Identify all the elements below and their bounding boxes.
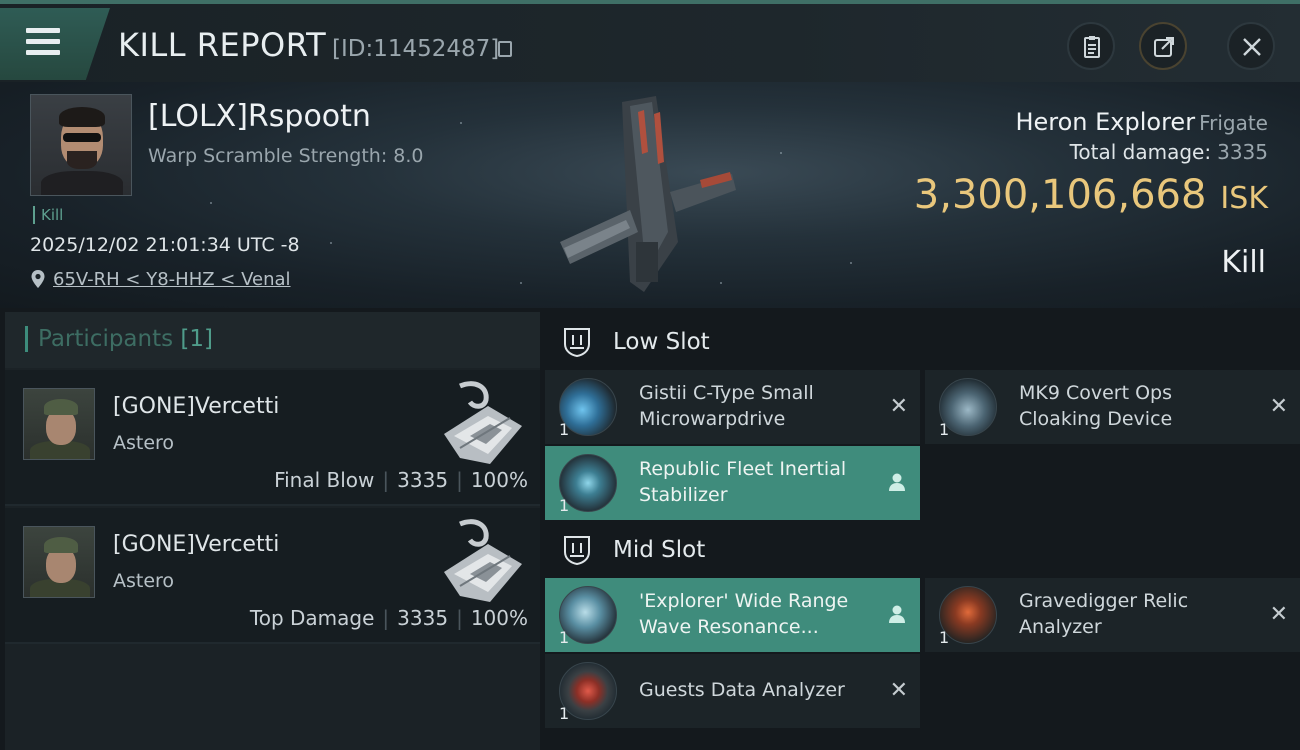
module-quantity: 1: [559, 420, 570, 439]
participant-name: [GONE]Vercetti: [113, 532, 280, 557]
module-quantity: 1: [559, 628, 570, 647]
total-damage-value: 3335: [1217, 140, 1268, 164]
location-pin-icon: [31, 270, 45, 288]
share-icon: [1154, 37, 1174, 57]
mid-slot-header: Mid Slot: [545, 522, 1300, 578]
victim-name[interactable]: [LOLX]Rspootn: [148, 99, 371, 134]
share-button[interactable]: [1139, 22, 1187, 70]
close-icon: [1243, 38, 1261, 56]
clipboard-icon: [1084, 36, 1100, 58]
module-item[interactable]: 1 Guests Data Analyzer ✕: [545, 654, 920, 728]
participant-row[interactable]: [GONE]Vercetti Astero Final Blow | 3335 | 10…: [5, 370, 540, 506]
astero-ship-icon: [444, 381, 522, 464]
copy-icon[interactable]: [498, 41, 512, 57]
module-quantity: 1: [559, 704, 570, 723]
kill-tag: Kill: [33, 206, 63, 224]
participant-row[interactable]: [GONE]Vercetti Astero Top Damage | 3335 | 10…: [5, 508, 540, 644]
module-item[interactable]: 1 'Explorer' Wide Range Wave Resonance..…: [545, 578, 920, 652]
low-slot-header: Low Slot: [545, 314, 1300, 370]
warp-scramble-strength: Warp Scramble Strength: 8.0: [148, 145, 424, 167]
hamburger-icon: [26, 28, 60, 58]
destroyed-icon: ✕: [1269, 394, 1288, 419]
low-slot-title: Low Slot: [613, 329, 710, 355]
module-name: Republic Fleet Inertial Stabilizer: [639, 458, 847, 506]
dropped-user-icon: [889, 473, 905, 491]
participant-ship: Astero: [113, 570, 175, 592]
clipboard-button[interactable]: [1067, 22, 1115, 70]
participants-header: Participants [1]: [5, 312, 540, 368]
isk-unit: ISK: [1220, 181, 1268, 216]
participant-avatar[interactable]: [23, 526, 95, 598]
kill-timestamp: 2025/12/02 21:01:34 UTC -8: [30, 234, 300, 256]
module-name: Guests Data Analyzer: [639, 679, 845, 701]
participants-panel: Participants [1] [GONE]Vercetti Astero F…: [5, 312, 540, 750]
kill-location-link[interactable]: 65V-RH < Y8-HHZ < Venal: [53, 269, 291, 290]
dropped-user-icon: [889, 605, 905, 623]
participant-stats: Top Damage | 3335 | 100%: [249, 606, 528, 630]
module-quantity: 1: [939, 420, 950, 439]
participant-damage: 3335: [397, 468, 449, 492]
low-slot-icon: [564, 328, 590, 358]
module-quantity: 1: [559, 496, 570, 515]
victim-avatar[interactable]: [30, 94, 132, 196]
victim-panel: [LOLX]Rspootn Warp Scramble Strength: 8.…: [0, 82, 1300, 308]
destroyed-icon: ✕: [1269, 602, 1288, 627]
participant-label: Top Damage: [249, 606, 375, 630]
participants-title-text: Participants: [38, 326, 174, 352]
participant-avatar[interactable]: [23, 388, 95, 460]
module-item[interactable]: 1 MK9 Covert Ops Cloaking Device ✕: [925, 370, 1300, 444]
ship-name: Heron Explorer: [1015, 108, 1196, 136]
module-item[interactable]: 1 Gravedigger Relic Analyzer ✕: [925, 578, 1300, 652]
isk-amount: 3,300,106,668: [913, 172, 1207, 218]
mid-slot-title: Mid Slot: [613, 537, 706, 563]
top-bar: KILL REPORT [ID:11452487]: [0, 0, 1300, 82]
participant-name: [GONE]Vercetti: [113, 394, 280, 419]
fitting-slots: Low Slot 1 Gistii C-Type Small Microwarp…: [545, 312, 1300, 750]
mid-slot-icon: [564, 536, 590, 566]
participant-damage: 3335: [397, 606, 449, 630]
close-button[interactable]: [1227, 22, 1275, 70]
module-name: Gravedigger Relic Analyzer: [1019, 590, 1189, 638]
destroyed-icon: ✕: [889, 678, 908, 703]
destroyed-icon: ✕: [889, 394, 908, 419]
module-name: Gistii C-Type Small Microwarpdrive: [639, 382, 814, 430]
participant-percent: 100%: [470, 468, 528, 492]
victim-ship[interactable]: Heron Explorer Frigate: [1015, 108, 1268, 136]
kill-result: Kill: [1221, 245, 1266, 280]
participant-stats: Final Blow | 3335 | 100%: [274, 468, 528, 492]
total-damage: Total damage: 3335: [1070, 140, 1268, 164]
module-name: MK9 Covert Ops Cloaking Device: [1019, 382, 1173, 430]
total-damage-label: Total damage:: [1069, 140, 1212, 164]
participant-ship: Astero: [113, 432, 175, 454]
module-quantity: 1: [939, 628, 950, 647]
module-name: 'Explorer' Wide Range Wave Resonance...: [639, 590, 849, 638]
participants-count: [1]: [180, 326, 214, 352]
participants-title: Participants [1]: [25, 326, 213, 352]
ship-class: Frigate: [1199, 111, 1268, 135]
module-item[interactable]: 1 Republic Fleet Inertial Stabilizer: [545, 446, 920, 520]
participant-percent: 100%: [470, 606, 528, 630]
page-title: KILL REPORT: [118, 26, 327, 64]
menu-button[interactable]: [0, 8, 110, 80]
isk-value: 3,300,106,668 ISK: [914, 172, 1268, 218]
module-item[interactable]: 1 Gistii C-Type Small Microwarpdrive ✕: [545, 370, 920, 444]
participant-label: Final Blow: [274, 468, 375, 492]
victim-ship-image: [560, 96, 736, 292]
astero-ship-icon: [444, 519, 522, 602]
kill-id: [ID:11452487]: [332, 36, 500, 62]
